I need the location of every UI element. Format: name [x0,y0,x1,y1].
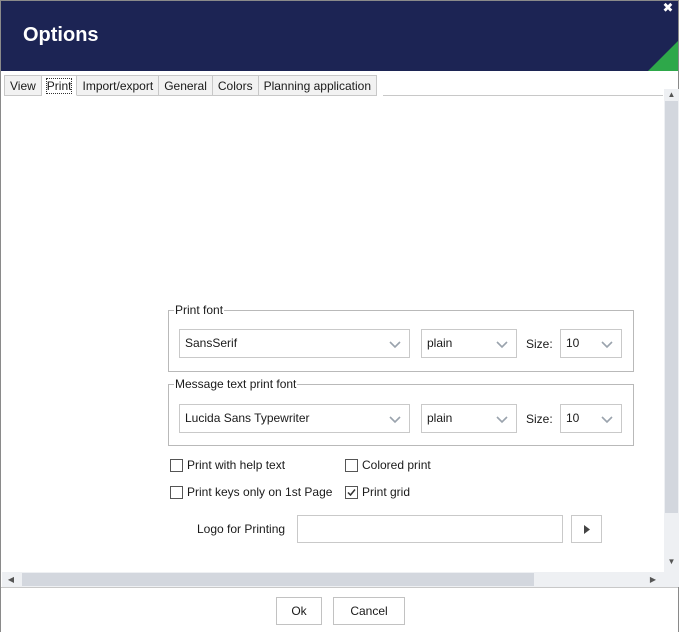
logo-path-input[interactable] [297,515,563,543]
chevron-down-icon [601,416,613,424]
close-icon[interactable]: ✖ [662,1,674,14]
triangle-right-icon [584,525,590,534]
print-help-text-option[interactable]: Print with help text [170,458,285,472]
title-bar: Options ✖ [1,1,678,71]
tab-general[interactable]: General [159,75,213,96]
message-font-family-select[interactable]: Lucida Sans Typewriter [179,404,410,433]
ok-button[interactable]: Ok [276,597,322,625]
horizontal-scrollbar[interactable]: ◀ ▶ [2,572,664,587]
message-font-legend: Message text print font [175,377,297,391]
chevron-down-icon [389,341,401,349]
dialog-title: Options [23,24,99,46]
brand-corner-triangle [648,41,678,71]
scroll-right-icon[interactable]: ▶ [646,572,660,587]
chevron-down-icon [496,341,508,349]
horizontal-scroll-thumb[interactable] [22,573,534,586]
chevron-down-icon [601,341,613,349]
logo-browse-button[interactable] [571,515,602,543]
tab-print[interactable]: Print [41,75,78,96]
print-font-legend: Print font [175,303,224,317]
scroll-down-icon[interactable]: ▼ [664,556,679,568]
logo-label: Logo for Printing [197,522,286,536]
tab-colors[interactable]: Colors [212,75,259,96]
tab-view[interactable]: View [4,75,42,96]
print-font-style-select[interactable]: plain [421,329,517,358]
tab-import-export[interactable]: Import/export [77,75,160,96]
scroll-corner [664,572,679,587]
colored-print-option[interactable]: Colored print [345,458,431,472]
chevron-down-icon [496,416,508,424]
chevron-down-icon [389,416,401,424]
print-font-family-select[interactable]: SansSerif [179,329,410,358]
print-help-text-checkbox[interactable] [170,458,183,472]
print-grid-checkbox[interactable] [345,485,358,499]
print-keys-first-page-checkbox[interactable] [170,485,183,499]
vertical-scroll-thumb[interactable] [665,101,678,513]
message-font-size-select[interactable]: 10 [560,404,622,433]
vertical-scrollbar[interactable]: ▲ ▼ [664,89,679,572]
options-dialog: Options ✖ View Print Import/export Gener… [0,0,679,632]
tab-strip: View Print Import/export General Colors … [4,75,377,96]
message-font-style-select[interactable]: plain [421,404,517,433]
colored-print-checkbox[interactable] [345,458,358,472]
print-font-size-select[interactable]: 10 [560,329,622,358]
dialog-footer: Ok Cancel [1,587,678,632]
scroll-up-icon[interactable]: ▲ [664,89,679,101]
print-keys-first-page-option[interactable]: Print keys only on 1st Page [170,485,332,499]
message-font-size-label: Size: [526,412,553,426]
print-grid-option[interactable]: Print grid [345,485,410,499]
print-font-size-label: Size: [526,337,553,351]
checkmark-icon [347,488,356,496]
tab-planning-application[interactable]: Planning application [258,75,377,96]
cancel-button[interactable]: Cancel [333,597,405,625]
scroll-left-icon[interactable]: ◀ [4,572,18,587]
